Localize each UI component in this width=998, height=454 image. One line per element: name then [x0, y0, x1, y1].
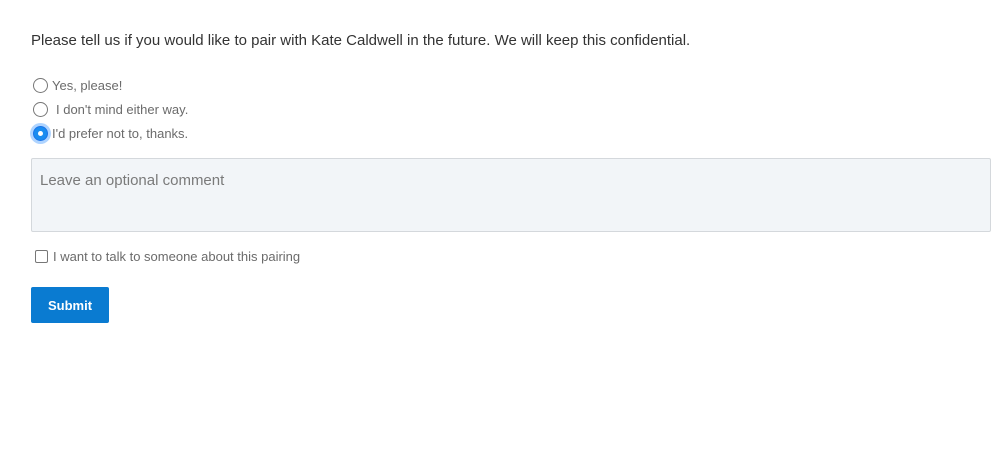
pair-preference-radio-group: Yes, please! I don't mind either way. I'…: [33, 73, 188, 145]
radio-label-prefer-not: I'd prefer not to, thanks.: [52, 125, 189, 141]
optional-comment-field[interactable]: [31, 158, 991, 232]
radio-button-dont-mind[interactable]: [33, 101, 48, 117]
radio-button-prefer-not[interactable]: [33, 125, 48, 141]
radio-label-dont-mind: I don't mind either way.: [56, 101, 189, 117]
radio-button-yes[interactable]: [33, 77, 48, 93]
radio-option-dont-mind[interactable]: I don't mind either way.: [33, 97, 188, 121]
talk-to-someone-checkbox[interactable]: [35, 250, 48, 263]
radio-option-prefer-not[interactable]: I'd prefer not to, thanks.: [33, 121, 188, 145]
submit-button[interactable]: Submit: [31, 287, 109, 323]
talk-to-someone-checkbox-row[interactable]: I want to talk to someone about this pai…: [35, 249, 300, 264]
radio-label-yes: Yes, please!: [52, 77, 123, 93]
question-text: Please tell us if you would like to pair…: [31, 32, 691, 49]
talk-to-someone-label: I want to talk to someone about this pai…: [53, 249, 301, 264]
radio-option-yes[interactable]: Yes, please!: [33, 73, 188, 97]
